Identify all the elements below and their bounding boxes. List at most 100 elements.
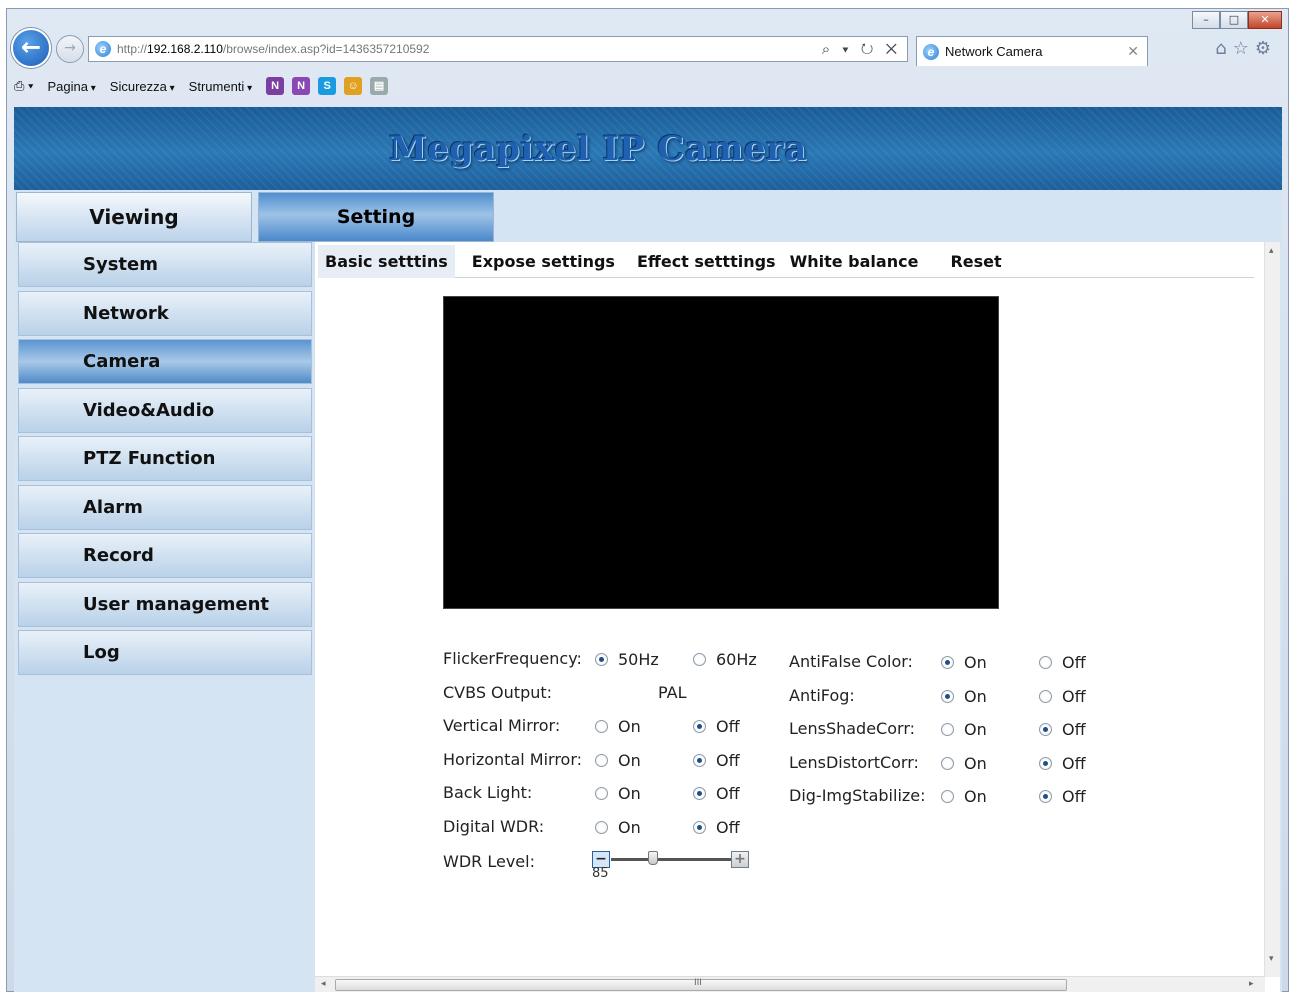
antifog-option-on[interactable]: On: [941, 687, 987, 706]
flickerfrequency-option-60hz[interactable]: 60Hz: [693, 650, 757, 669]
close-window-button[interactable]: ✕: [1248, 11, 1282, 29]
menu-sicurezza[interactable]: Sicurezza: [110, 79, 175, 94]
lensdistortcorr-option-on[interactable]: On: [941, 754, 987, 773]
horizontal-scroll-thumb[interactable]: III: [335, 978, 1067, 991]
url-host: 192.168.2.110: [147, 42, 223, 56]
lensshadecorr-radio-on[interactable]: [941, 723, 954, 736]
dig-imgstabilize-option-off[interactable]: Off: [1039, 787, 1086, 806]
back-light-option-on[interactable]: On: [595, 784, 641, 803]
sidebar-item-ptz-function[interactable]: PTZ Function: [18, 436, 312, 481]
tab-close-icon[interactable]: ✕: [1127, 43, 1139, 60]
banner-title: Megapixel IP Camera: [389, 128, 807, 169]
subtab-white-balance[interactable]: White balance: [783, 245, 926, 278]
wdr-slider-track[interactable]: [611, 858, 731, 861]
messenger-icon[interactable]: ☺: [344, 77, 363, 95]
flickerfrequency-label: FlickerFrequency:: [443, 649, 582, 668]
sidebar-item-log[interactable]: Log: [18, 630, 312, 675]
sidebar-item-alarm[interactable]: Alarm: [18, 484, 312, 530]
tab-viewing[interactable]: Viewing: [16, 192, 252, 242]
skype-icon[interactable]: S: [318, 77, 337, 95]
antifog-radio-off[interactable]: [1039, 689, 1052, 703]
scroll-right-icon[interactable]: ▸: [1249, 979, 1254, 989]
subtab-basic-settings[interactable]: Basic setttins: [318, 244, 455, 278]
lensdistortcorr-radio-on[interactable]: [941, 756, 954, 770]
digital-wdr-radio-on[interactable]: [595, 820, 608, 834]
wdr-slider-thumb[interactable]: [648, 851, 658, 865]
scroll-grip: III: [694, 978, 702, 988]
scroll-up-icon[interactable]: ▴: [1269, 246, 1274, 256]
wdr-increase-button[interactable]: +: [731, 851, 749, 868]
lensdistortcorr-option-off[interactable]: Off: [1039, 754, 1086, 773]
menu-strumenti[interactable]: Strumenti: [189, 79, 252, 94]
minimize-button[interactable]: –: [1192, 11, 1220, 29]
subtab-effect-settings[interactable]: Effect setttings: [630, 245, 783, 278]
sidebar-item-system[interactable]: System: [18, 242, 312, 287]
lensshadecorr-option-off[interactable]: Off: [1039, 720, 1086, 739]
lensdistortcorr-radio-off[interactable]: [1039, 756, 1052, 770]
dig-imgstabilize-radio-on[interactable]: [941, 790, 954, 803]
antifalse-color-radio-off[interactable]: [1039, 656, 1052, 669]
flickerfrequency-radio-60hz[interactable]: [693, 653, 706, 666]
vertical-mirror-option-off[interactable]: Off: [693, 717, 740, 736]
sidebar-item-camera[interactable]: Camera: [18, 339, 312, 384]
sidebar-item-user-management[interactable]: User management: [18, 581, 312, 627]
scroll-left-icon[interactable]: ◂: [321, 979, 326, 989]
vertical-mirror-radio-off[interactable]: [693, 720, 706, 733]
vertical-scrollbar[interactable]: ▴ ▾: [1264, 242, 1280, 977]
lensshadecorr-option-on[interactable]: On: [941, 720, 987, 739]
subtab-reset[interactable]: Reset: [943, 245, 1008, 278]
back-light-option-off[interactable]: Off: [693, 784, 740, 803]
home-favorites-tools-icons[interactable]: ⌂☆⚙: [1215, 38, 1277, 59]
back-light-radio-off[interactable]: [693, 787, 706, 800]
flickerfrequency-radio-50hz[interactable]: [595, 653, 608, 666]
horizontal-mirror-option-off[interactable]: Off: [693, 751, 740, 770]
tab-setting[interactable]: Setting: [258, 192, 494, 242]
subtab-expose-settings[interactable]: Expose settings: [465, 245, 622, 278]
digital-wdr-option-label: On: [618, 817, 641, 837]
horizontal-scrollbar[interactable]: ◂ III ▸: [315, 976, 1265, 992]
vertical-mirror-option-on[interactable]: On: [595, 717, 641, 736]
forward-button[interactable]: →: [56, 35, 84, 63]
digital-wdr-option-label: Off: [716, 817, 740, 837]
cvbs-output-label: CVBS Output:: [443, 682, 553, 702]
horizontal-mirror-option-on[interactable]: On: [595, 751, 641, 770]
window-controls: – □ ✕: [1192, 11, 1282, 29]
lensshadecorr-option-label: On: [964, 720, 987, 739]
antifalse-color-option-off[interactable]: Off: [1039, 653, 1086, 672]
back-button[interactable]: ←: [11, 28, 51, 68]
scroll-down-icon[interactable]: ▾: [1269, 954, 1274, 964]
dig-imgstabilize-radio-off[interactable]: [1039, 790, 1052, 803]
flickerfrequency-option-label: 60Hz: [716, 650, 757, 669]
lensshadecorr-label: LensShadeCorr:: [789, 719, 915, 738]
page-view-icon[interactable]: ▤: [370, 77, 389, 95]
flickerfrequency-option-50hz[interactable]: 50Hz: [595, 650, 659, 669]
digital-wdr-option-on[interactable]: On: [595, 818, 641, 837]
onenote-send-icon[interactable]: N: [292, 77, 311, 95]
back-light-radio-on[interactable]: [595, 787, 608, 800]
antifalse-color-radio-on[interactable]: [941, 656, 954, 669]
sidebar-item-record[interactable]: Record: [18, 533, 312, 578]
horizontal-mirror-radio-on[interactable]: [595, 753, 608, 767]
dig-imgstabilize-option-on[interactable]: On: [941, 787, 987, 806]
print-icon[interactable]: ⎙ ▾: [14, 78, 33, 94]
horizontal-mirror-radio-off[interactable]: [693, 753, 706, 767]
antifalse-color-option-label: On: [964, 653, 987, 672]
onenote-icon[interactable]: N: [266, 77, 285, 95]
browser-tab[interactable]: e Network Camera ✕: [916, 36, 1148, 66]
antifog-option-label: Off: [1062, 686, 1086, 706]
vertical-mirror-radio-on[interactable]: [595, 720, 608, 733]
digital-wdr-radio-off[interactable]: [693, 820, 706, 834]
address-tools-icons[interactable]: ⌕ ▾ ↻ ✕: [822, 41, 901, 58]
sidebar-item-video-audio[interactable]: Video&Audio: [18, 387, 312, 433]
header-banner: Megapixel IP Camera: [14, 107, 1282, 190]
antifog-radio-on[interactable]: [941, 689, 954, 703]
lensshadecorr-radio-off[interactable]: [1039, 723, 1052, 736]
antifog-option-off[interactable]: Off: [1039, 687, 1086, 706]
digital-wdr-option-off[interactable]: Off: [693, 818, 740, 837]
antifalse-color-option-on[interactable]: On: [941, 653, 987, 672]
sidebar-item-network[interactable]: Network: [18, 290, 312, 336]
address-bar[interactable]: e http://192.168.2.110/browse/index.asp?…: [88, 36, 908, 62]
maximize-button[interactable]: □: [1220, 11, 1248, 29]
menu-pagina[interactable]: Pagina: [47, 79, 95, 94]
flickerfrequency-option-label: 50Hz: [618, 650, 659, 669]
